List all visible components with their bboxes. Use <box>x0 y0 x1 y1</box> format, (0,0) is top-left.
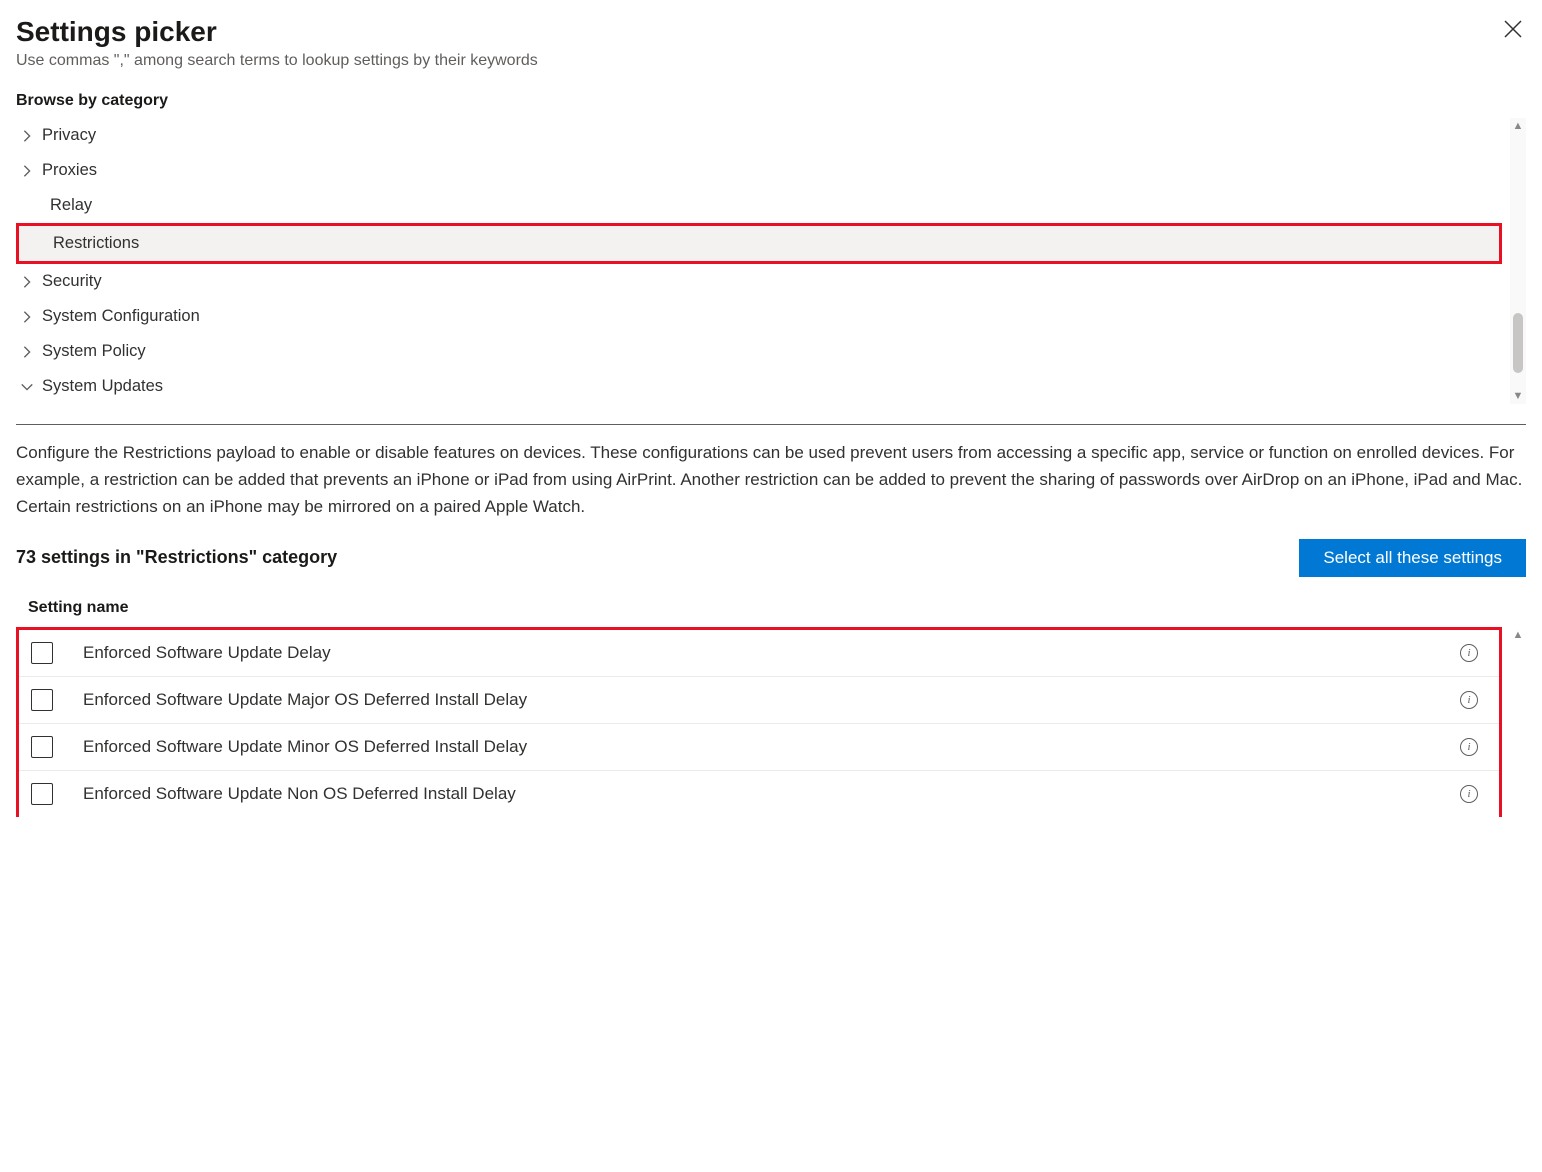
scroll-up-icon[interactable]: ▲ <box>1513 118 1524 134</box>
setting-checkbox[interactable] <box>31 783 53 805</box>
category-description: Configure the Restrictions payload to en… <box>16 439 1526 521</box>
info-icon[interactable]: i <box>1460 738 1478 756</box>
category-label: Restrictions <box>53 234 139 253</box>
chevron-right-icon <box>20 275 42 289</box>
category-tree: Privacy Proxies Relay Restrictions Security S… <box>16 118 1526 404</box>
settings-scrollbar[interactable]: ▲ <box>1510 627 1526 817</box>
category-item-relay[interactable]: Relay <box>16 188 1502 223</box>
category-label: System Configuration <box>42 307 200 326</box>
header-left: Settings picker Use commas "," among sea… <box>16 16 1500 84</box>
page-title: Settings picker <box>16 16 1500 48</box>
setting-row[interactable]: Enforced Software Update Non OS Deferred… <box>19 771 1499 817</box>
page-subtitle: Use commas "," among search terms to loo… <box>16 52 1500 70</box>
scroll-down-icon[interactable]: ▼ <box>1513 388 1524 404</box>
info-icon[interactable]: i <box>1460 644 1478 662</box>
browse-by-category-label: Browse by category <box>16 92 1526 110</box>
header: Settings picker Use commas "," among sea… <box>16 16 1526 84</box>
setting-checkbox[interactable] <box>31 736 53 758</box>
setting-name-column-header[interactable]: Setting name <box>16 591 1526 627</box>
setting-row[interactable]: Enforced Software Update Delayi <box>19 630 1499 677</box>
category-item-security[interactable]: Security <box>16 264 1502 299</box>
category-label: Security <box>42 272 102 291</box>
settings-count-label: 73 settings in "Restrictions" category <box>16 547 337 568</box>
divider <box>16 424 1526 425</box>
category-item-system-configuration[interactable]: System Configuration <box>16 299 1502 334</box>
setting-name-label: Enforced Software Update Minor OS Deferr… <box>83 737 1487 757</box>
category-label: Privacy <box>42 126 96 145</box>
scroll-up-icon[interactable]: ▲ <box>1513 627 1524 643</box>
setting-row[interactable]: Enforced Software Update Major OS Deferr… <box>19 677 1499 724</box>
category-label: System Policy <box>42 342 146 361</box>
setting-name-label: Enforced Software Update Delay <box>83 643 1487 663</box>
setting-name-label: Enforced Software Update Non OS Deferred… <box>83 784 1487 804</box>
chevron-right-icon <box>20 310 42 324</box>
category-scrollbar[interactable]: ▲ ▼ <box>1510 118 1526 404</box>
chevron-right-icon <box>20 129 42 143</box>
chevron-down-icon <box>20 380 42 394</box>
setting-row[interactable]: Enforced Software Update Minor OS Deferr… <box>19 724 1499 771</box>
scroll-thumb[interactable] <box>1513 313 1523 373</box>
setting-checkbox[interactable] <box>31 689 53 711</box>
close-icon <box>1504 21 1522 43</box>
category-label: System Updates <box>42 377 163 396</box>
settings-table: Enforced Software Update DelayiEnforced … <box>16 627 1526 817</box>
select-all-button[interactable]: Select all these settings <box>1299 539 1526 577</box>
category-label: Proxies <box>42 161 97 180</box>
chevron-right-icon <box>20 345 42 359</box>
category-item-restrictions[interactable]: Restrictions <box>16 223 1502 264</box>
category-item-privacy[interactable]: Privacy <box>16 118 1502 153</box>
settings-header: 73 settings in "Restrictions" category S… <box>16 539 1526 577</box>
info-icon[interactable]: i <box>1460 691 1478 709</box>
category-item-system-policy[interactable]: System Policy <box>16 334 1502 369</box>
info-icon[interactable]: i <box>1460 785 1478 803</box>
settings-list: Enforced Software Update DelayiEnforced … <box>16 627 1502 817</box>
category-item-proxies[interactable]: Proxies <box>16 153 1502 188</box>
setting-name-label: Enforced Software Update Major OS Deferr… <box>83 690 1487 710</box>
chevron-right-icon <box>20 164 42 178</box>
close-button[interactable] <box>1500 16 1526 46</box>
category-label: Relay <box>50 196 92 215</box>
category-item-system-updates[interactable]: System Updates <box>16 369 1502 404</box>
setting-checkbox[interactable] <box>31 642 53 664</box>
